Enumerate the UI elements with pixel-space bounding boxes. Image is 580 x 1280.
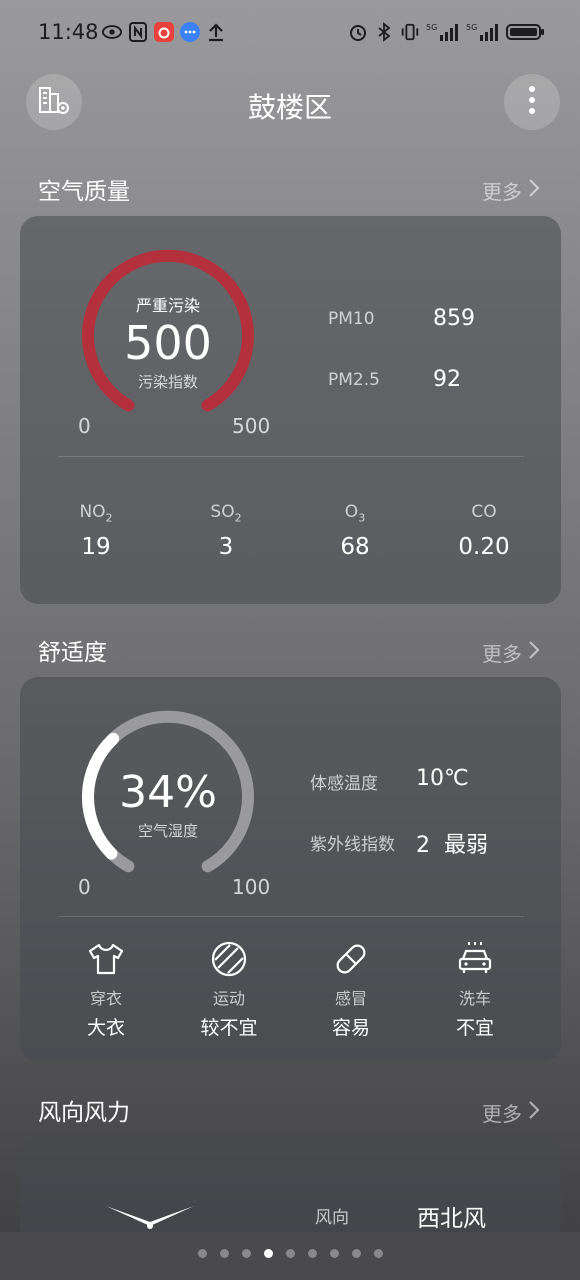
nfc-icon xyxy=(128,22,148,42)
gauge-min-label: 0 xyxy=(78,875,91,899)
page-title: 鼓楼区 xyxy=(247,91,332,124)
page-dot[interactable] xyxy=(329,1249,339,1258)
tip-sports[interactable]: 运动 较不宜 xyxy=(174,939,284,1040)
pollutant-no2: NO2 19 xyxy=(79,502,113,561)
pm25-value: 92 xyxy=(433,367,461,392)
status-bar: 11:48 5G 5G xyxy=(0,0,580,68)
tip-car-wash[interactable]: 洗车 不宜 xyxy=(420,939,530,1040)
page-dot[interactable] xyxy=(285,1249,295,1258)
more-label: 更多 xyxy=(482,642,522,666)
air-quality-title: 空气质量 xyxy=(38,179,130,205)
air-quality-card[interactable]: 严重污染 500 污染指数 0 500 PM10 859 PM2.5 92 NO… xyxy=(20,216,561,604)
battery-icon xyxy=(506,22,546,42)
page-dot[interactable] xyxy=(351,1249,361,1258)
wind-card[interactable]: 风向 西北风 xyxy=(20,1136,561,1246)
pollution-index-caption: 污染指数 xyxy=(137,373,198,391)
comfort-card[interactable]: 34% 空气湿度 0 100 体感温度 10℃ 紫外线指数 2 最弱 穿衣 大衣… xyxy=(20,677,561,1062)
more-options-button[interactable] xyxy=(504,74,560,130)
pollution-status: 严重污染 xyxy=(135,296,200,315)
tip-cold[interactable]: 感冒 容易 xyxy=(296,939,406,1040)
netease-music-icon xyxy=(154,22,174,42)
bluetooth-icon xyxy=(374,22,394,42)
header: 鼓楼区 xyxy=(0,72,580,132)
page-indicator[interactable] xyxy=(0,1249,580,1258)
status-right-icons: 5G 5G xyxy=(348,22,546,42)
pollutant-so2: SO2 3 xyxy=(210,502,242,561)
humidity-caption: 空气湿度 xyxy=(137,822,198,840)
vibrate-icon xyxy=(400,22,420,42)
pm10-label: PM10 xyxy=(328,309,375,329)
status-left-icons xyxy=(102,22,226,42)
wind-more-link[interactable]: 更多 xyxy=(482,1098,540,1127)
page-dot[interactable] xyxy=(241,1249,251,1258)
pollutant-co: CO 0.20 xyxy=(458,502,510,561)
uv-index-label: 紫外线指数 xyxy=(310,835,395,855)
ball-icon xyxy=(209,939,249,979)
feels-like-value: 10℃ xyxy=(416,766,469,791)
pollution-index-value: 500 xyxy=(124,316,212,370)
comfort-more-link[interactable]: 更多 xyxy=(482,638,540,667)
pollutant-o3: O3 68 xyxy=(340,502,370,561)
gauge-max-label: 500 xyxy=(232,414,271,438)
signal-5g-icon: 5G xyxy=(426,22,460,42)
message-icon xyxy=(180,22,200,42)
signal-5g-icon: 5G xyxy=(466,22,500,42)
pm25-label: PM2.5 xyxy=(328,370,380,390)
pm10-value: 859 xyxy=(433,306,475,331)
more-label: 更多 xyxy=(482,180,522,204)
svg-text:5G: 5G xyxy=(466,23,477,32)
wind-direction-label: 风向 xyxy=(315,1208,349,1228)
wind-title: 风向风力 xyxy=(38,1100,130,1126)
gauge-min-label: 0 xyxy=(78,414,91,438)
page-dot[interactable] xyxy=(197,1249,207,1258)
divider xyxy=(58,916,524,917)
eye-icon xyxy=(102,22,122,42)
page-dot[interactable] xyxy=(373,1249,383,1258)
chevron-right-icon xyxy=(528,178,540,203)
wind-turbine-icon xyxy=(104,1200,196,1236)
air-quality-more-link[interactable]: 更多 xyxy=(482,176,540,205)
tshirt-icon xyxy=(86,939,126,979)
gauge-max-label: 100 xyxy=(232,875,271,899)
wind-direction-value: 西北风 xyxy=(417,1206,486,1232)
page-dot[interactable] xyxy=(219,1249,229,1258)
uv-index-value: 2 最弱 xyxy=(416,833,488,858)
svg-text:5G: 5G xyxy=(426,23,437,32)
humidity-value: 34% xyxy=(119,767,217,818)
comfort-title: 舒适度 xyxy=(38,640,107,666)
more-vertical-icon xyxy=(528,85,536,119)
tip-clothing[interactable]: 穿衣 大衣 xyxy=(51,939,161,1040)
alarm-icon xyxy=(348,22,368,42)
page-dot[interactable] xyxy=(263,1249,273,1258)
upload-icon xyxy=(206,22,226,42)
status-time: 11:48 xyxy=(38,20,99,44)
divider xyxy=(58,456,524,457)
more-label: 更多 xyxy=(482,1102,522,1126)
car-wash-icon xyxy=(455,939,495,979)
page-dot[interactable] xyxy=(307,1249,317,1258)
feels-like-label: 体感温度 xyxy=(310,774,378,794)
pill-icon xyxy=(331,939,371,979)
chevron-right-icon xyxy=(528,1100,540,1125)
chevron-right-icon xyxy=(528,640,540,665)
